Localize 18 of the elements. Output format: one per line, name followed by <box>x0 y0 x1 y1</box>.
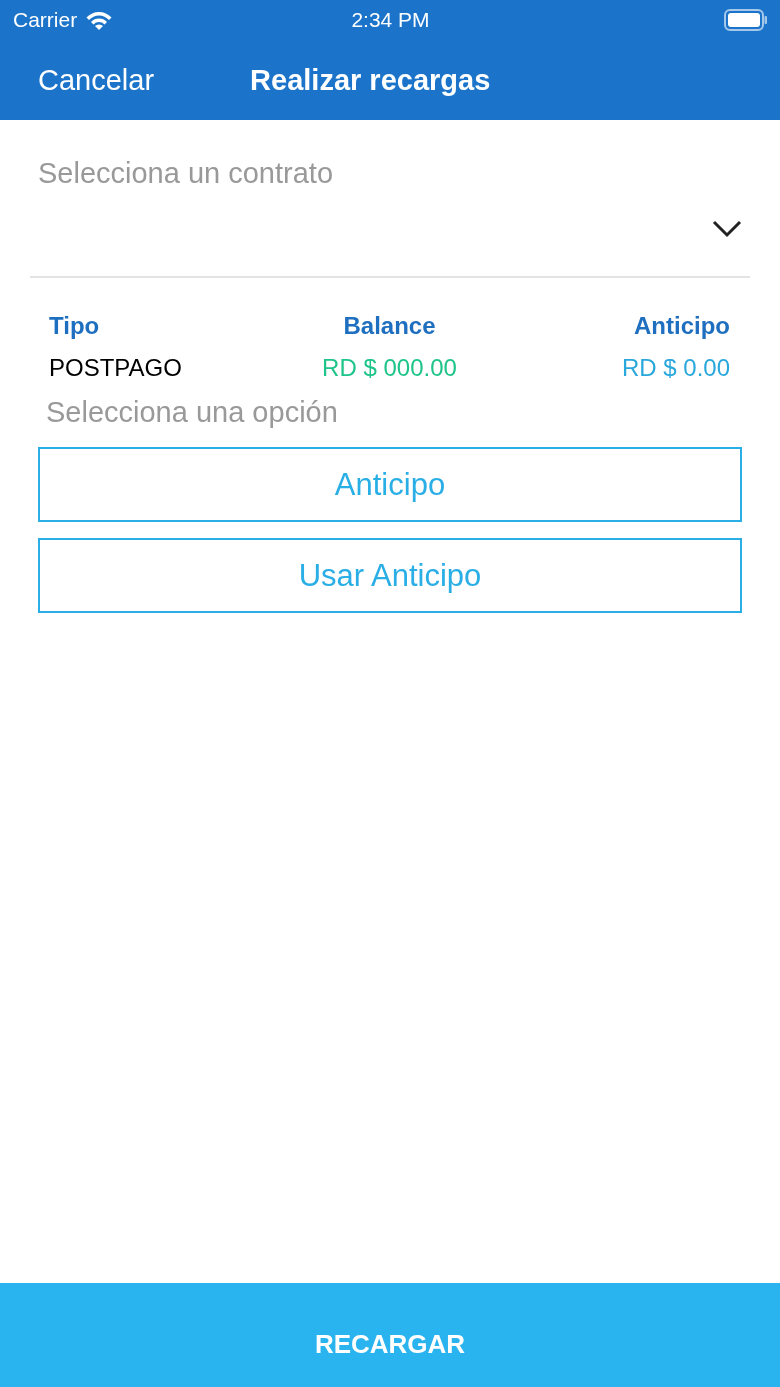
battery-icon <box>724 9 768 31</box>
option-button[interactable]: Anticipo <box>38 447 742 522</box>
contract-label: Selecciona un contrato <box>38 157 335 190</box>
chevron-down-icon[interactable] <box>712 220 742 238</box>
table-cell-text: RD $ 0.00 <box>620 354 730 382</box>
column-header: Anticipo <box>633 312 730 340</box>
column-header: Tipo <box>49 312 101 340</box>
clock-time: 2:34 PM <box>351 8 430 32</box>
column-header: Balance <box>342 312 437 340</box>
screen-title: Realizar recargas <box>250 63 491 97</box>
table-cell-text: RD $ 000.00 <box>321 354 458 382</box>
option-button[interactable]: Usar Anticipo <box>38 538 742 613</box>
recharge-button[interactable]: RECARGAR <box>0 1283 780 1387</box>
carrier-name: Carrier <box>13 8 78 32</box>
table-cell-text: POSTPAGO <box>49 354 183 382</box>
wifi-icon <box>85 10 114 30</box>
options-label: Selecciona una opción <box>46 396 339 429</box>
cancel-link[interactable]: Cancelar <box>38 63 155 97</box>
